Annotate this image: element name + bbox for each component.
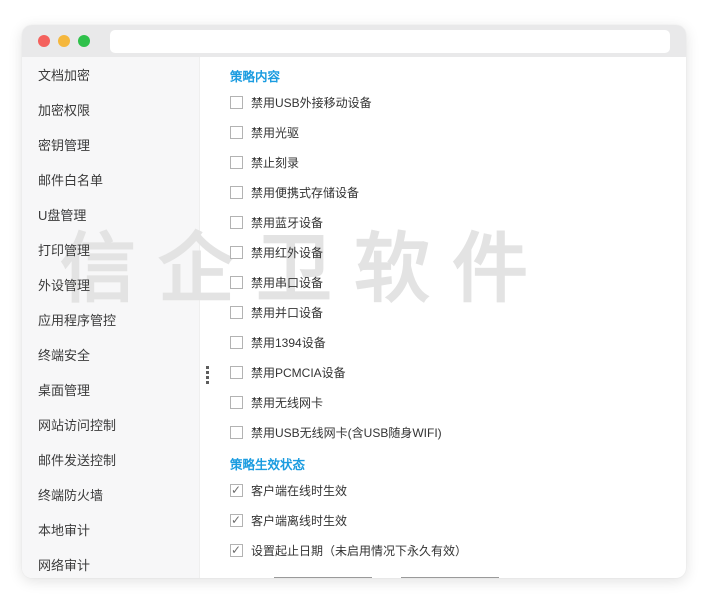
checkbox-label: 禁用串口设备 — [251, 274, 323, 291]
sidebar-item-terminal-firewall[interactable]: 终端防火墙 — [22, 478, 200, 513]
minimize-icon[interactable] — [58, 35, 70, 47]
app-window: 信企卫软件 文档加密 加密权限 密钥管理 邮件白名单 U盘管理 打印管理 外设管… — [22, 25, 686, 578]
sidebar-item-usb-drive-management[interactable]: U盘管理 — [22, 198, 200, 233]
browser-titlebar — [22, 25, 686, 57]
policy-row[interactable]: 禁止刻录 — [230, 147, 686, 177]
policy-row[interactable]: 禁用并口设备 — [230, 297, 686, 327]
checkbox-label: 禁用USB外接移动设备 — [251, 94, 372, 111]
sidebar-item-encryption-permissions[interactable]: 加密权限 — [22, 93, 200, 128]
policy-row[interactable]: 禁用无线网卡 — [230, 387, 686, 417]
sidebar-item-print-management[interactable]: 打印管理 — [22, 233, 200, 268]
status-row[interactable]: 客户端离线时生效 — [230, 505, 686, 535]
checkbox[interactable] — [230, 156, 243, 169]
checkbox-label: 禁用光驱 — [251, 124, 299, 141]
sidebar-item-terminal-security[interactable]: 终端安全 — [22, 338, 200, 373]
checkbox[interactable] — [230, 276, 243, 289]
checkbox[interactable] — [230, 126, 243, 139]
checkbox-label: 禁止刻录 — [251, 154, 299, 171]
checkbox-label: 禁用红外设备 — [251, 244, 323, 261]
checkbox[interactable] — [230, 514, 243, 527]
policy-row[interactable]: 禁用便携式存储设备 — [230, 177, 686, 207]
sidebar-item-network-audit[interactable]: 网络审计 — [22, 548, 200, 578]
sidebar-item-key-management[interactable]: 密钥管理 — [22, 128, 200, 163]
checkbox[interactable] — [230, 186, 243, 199]
sidebar-item-local-audit[interactable]: 本地审计 — [22, 513, 200, 548]
sidebar-item-website-access-control[interactable]: 网站访问控制 — [22, 408, 200, 443]
status-row[interactable]: 设置起止日期（未启用情况下永久有效） — [230, 535, 686, 565]
status-row[interactable]: 客户端在线时生效 — [230, 475, 686, 505]
checkbox-label: 客户端离线时生效 — [251, 512, 347, 529]
date-range-row — [274, 565, 686, 578]
section-title-policy-status: 策略生效状态 — [230, 455, 686, 475]
checkbox-label: 客户端在线时生效 — [251, 482, 347, 499]
checkbox[interactable] — [230, 336, 243, 349]
sidebar-item-document-encryption[interactable]: 文档加密 — [22, 58, 200, 93]
policy-row[interactable]: 禁用蓝牙设备 — [230, 207, 686, 237]
checkbox[interactable] — [230, 306, 243, 319]
end-date-input[interactable] — [401, 565, 499, 578]
checkbox-label: 禁用无线网卡 — [251, 394, 323, 411]
close-icon[interactable] — [38, 35, 50, 47]
address-bar[interactable] — [110, 30, 670, 53]
policy-row[interactable]: 禁用光驱 — [230, 117, 686, 147]
checkbox-label: 禁用PCMCIA设备 — [251, 364, 346, 381]
checkbox[interactable] — [230, 216, 243, 229]
sidebar-nav: 文档加密 加密权限 密钥管理 邮件白名单 U盘管理 打印管理 外设管理 应用程序… — [22, 57, 200, 578]
policy-row[interactable]: 禁用USB外接移动设备 — [230, 87, 686, 117]
sidebar-item-peripheral-management[interactable]: 外设管理 — [22, 268, 200, 303]
checkbox-label: 禁用USB无线网卡(含USB随身WIFI) — [251, 424, 442, 441]
checkbox-label: 设置起止日期（未启用情况下永久有效） — [251, 542, 467, 559]
section-title-policy-content: 策略内容 — [230, 67, 686, 87]
policy-row[interactable]: 禁用PCMCIA设备 — [230, 357, 686, 387]
sidebar-item-email-whitelist[interactable]: 邮件白名单 — [22, 163, 200, 198]
checkbox[interactable] — [230, 96, 243, 109]
sidebar-item-desktop-management[interactable]: 桌面管理 — [22, 373, 200, 408]
checkbox[interactable] — [230, 366, 243, 379]
checkbox[interactable] — [230, 544, 243, 557]
policy-panel: 策略内容 禁用USB外接移动设备 禁用光驱 禁止刻录 禁用便携式存储设备 禁用蓝… — [200, 57, 686, 578]
content-area: 文档加密 加密权限 密钥管理 邮件白名单 U盘管理 打印管理 外设管理 应用程序… — [22, 57, 686, 578]
sidebar-item-application-control[interactable]: 应用程序管控 — [22, 303, 200, 338]
checkbox-label: 禁用并口设备 — [251, 304, 323, 321]
policy-row[interactable]: 禁用USB无线网卡(含USB随身WIFI) — [230, 417, 686, 447]
checkbox-label: 禁用便携式存储设备 — [251, 184, 359, 201]
sidebar-item-email-sending-control[interactable]: 邮件发送控制 — [22, 443, 200, 478]
policy-row[interactable]: 禁用串口设备 — [230, 267, 686, 297]
checkbox-label: 禁用蓝牙设备 — [251, 214, 323, 231]
checkbox[interactable] — [230, 484, 243, 497]
fullscreen-icon[interactable] — [78, 35, 90, 47]
checkbox[interactable] — [230, 246, 243, 259]
checkbox-label: 禁用1394设备 — [251, 334, 326, 351]
sidebar-resize-handle[interactable] — [206, 366, 209, 369]
policy-row[interactable]: 禁用1394设备 — [230, 327, 686, 357]
checkbox[interactable] — [230, 396, 243, 409]
policy-row[interactable]: 禁用红外设备 — [230, 237, 686, 267]
checkbox[interactable] — [230, 426, 243, 439]
start-date-input[interactable] — [274, 565, 372, 578]
